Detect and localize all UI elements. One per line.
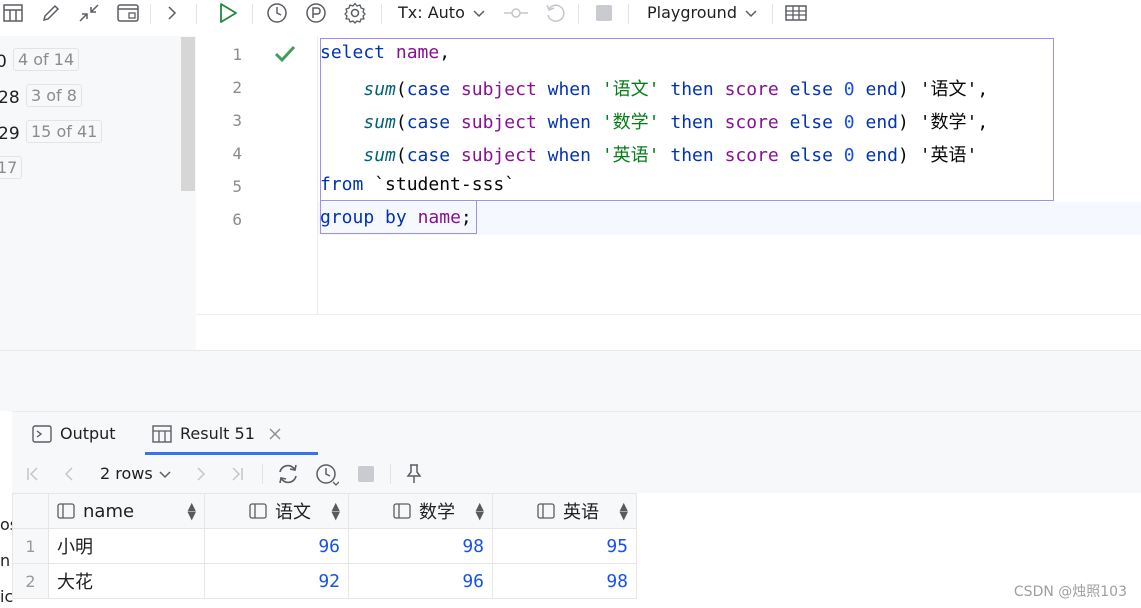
column-icon [249,503,267,519]
cell-english[interactable]: 95 [492,528,637,564]
tab-output[interactable]: Output [32,412,116,455]
statement-selection-outline [320,38,1054,201]
tab-output-label: Output [60,424,116,443]
column-header-math[interactable]: 数学 ▲ ▼ [348,493,493,529]
sort-arrows-icon[interactable]: ▲ ▼ [332,501,340,521]
column-icon [537,503,555,519]
transaction-mode-label: Tx: Auto [398,3,465,22]
column-header-name[interactable]: name ▲ ▼ [48,493,205,529]
history-clock-icon[interactable] [264,0,290,26]
sort-arrows-icon[interactable]: ▲ ▼ [476,501,484,521]
row-number: 1 [12,528,49,564]
clipped-text: n [0,551,11,570]
left-panel-count: 28 [0,88,20,108]
previous-page-icon [56,461,82,487]
cell-name[interactable]: 大花 [48,563,205,599]
line-number: 4 [232,144,242,163]
page-size-dropdown[interactable]: 2 rows [100,464,172,483]
results-tab-bar: Output Result 51 [12,411,1141,456]
run-execute-icon[interactable] [215,0,241,26]
check-mark-icon [274,44,296,64]
cell-name[interactable]: 小明 [48,528,205,564]
cell-english[interactable]: 98 [492,563,637,599]
next-page-icon [188,461,214,487]
table-icon[interactable] [0,0,26,26]
left-panel-badge: 15 of 41 [26,120,103,143]
rows-count-label: 2 rows [100,464,153,483]
watermark: CSDN @烛照103 [1013,584,1127,600]
column-header-chinese[interactable]: 语文 ▲ ▼ [204,493,349,529]
row-number: 2 [12,563,49,599]
cell-math[interactable]: 96 [348,563,493,599]
session-label: Playground [647,3,737,22]
table-row[interactable]: 2 大花 92 96 98 [12,563,637,599]
column-icon [57,503,75,519]
result-grid: name ▲ ▼ 语文 ▲ ▼ 数学 ▲ ▼ 英语 ▲ ▼ 1 小明 96 98… [12,493,637,599]
line-number: 2 [232,78,242,97]
chevron-down-icon [158,470,172,480]
last-page-icon [224,461,250,487]
stop-icon [591,0,617,26]
refresh-icon[interactable] [275,461,301,487]
table-icon [152,424,172,443]
table-row[interactable]: 1 小明 96 98 95 [12,528,637,564]
tab-result[interactable]: Result 51 [152,412,281,455]
statement-selection-outline [320,201,477,234]
chevron-down-icon [472,9,486,19]
console-icon [32,424,52,443]
panel-gap [0,351,1141,411]
column-header-label: name [83,500,135,522]
pin-icon[interactable] [401,461,427,487]
compare-arrows-icon[interactable] [76,0,102,26]
left-panel-badge: 4 of 14 [13,48,80,71]
left-panel-badge: 17 [0,156,23,179]
tab-result-label: Result 51 [180,424,255,443]
session-dropdown[interactable]: Playground [647,3,758,22]
commit-icon [503,0,529,26]
column-icon [393,503,411,519]
result-toolbar: 2 rows [12,455,1141,493]
cell-math[interactable]: 98 [348,528,493,564]
left-panel-count: 29 [0,124,20,144]
rollback-icon [542,0,568,26]
column-header-english[interactable]: 英语 ▲ ▼ [492,493,637,529]
line-number: 5 [232,177,242,196]
editor-bottom-area [197,314,1141,351]
console-window-icon[interactable] [115,0,141,26]
chevron-down-icon [744,9,758,19]
editor-toolbar: Tx: Auto Playground [0,0,1141,30]
table-view-icon[interactable] [783,0,809,26]
line-number: 3 [232,111,242,130]
left-panel: 0 4 of 14 28 3 of 8 29 15 of 41 17 [0,36,196,350]
left-panel-count: 0 [0,52,7,72]
line-number: 1 [232,45,242,64]
history-clock-icon[interactable] [314,461,340,487]
chevron-right-icon[interactable] [159,0,185,26]
row-number-header [12,493,49,529]
left-panel-badge: 3 of 8 [26,84,82,107]
first-page-icon [20,461,46,487]
sort-arrows-icon[interactable]: ▲ ▼ [188,501,196,521]
column-header-label: 英语 [563,502,599,523]
cell-chinese[interactable]: 96 [204,528,349,564]
sort-arrows-icon[interactable]: ▲ ▼ [620,501,628,521]
explain-plan-icon[interactable] [303,0,329,26]
transaction-mode-dropdown[interactable]: Tx: Auto [398,3,486,22]
column-header-label: 数学 [419,502,455,523]
line-number: 6 [232,210,242,229]
edit-pencil-icon[interactable] [38,0,64,26]
settings-gear-icon[interactable] [342,0,368,26]
stop-icon [353,461,379,487]
close-icon[interactable] [269,428,281,440]
column-header-label: 语文 [275,502,311,523]
cell-chinese[interactable]: 92 [204,563,349,599]
